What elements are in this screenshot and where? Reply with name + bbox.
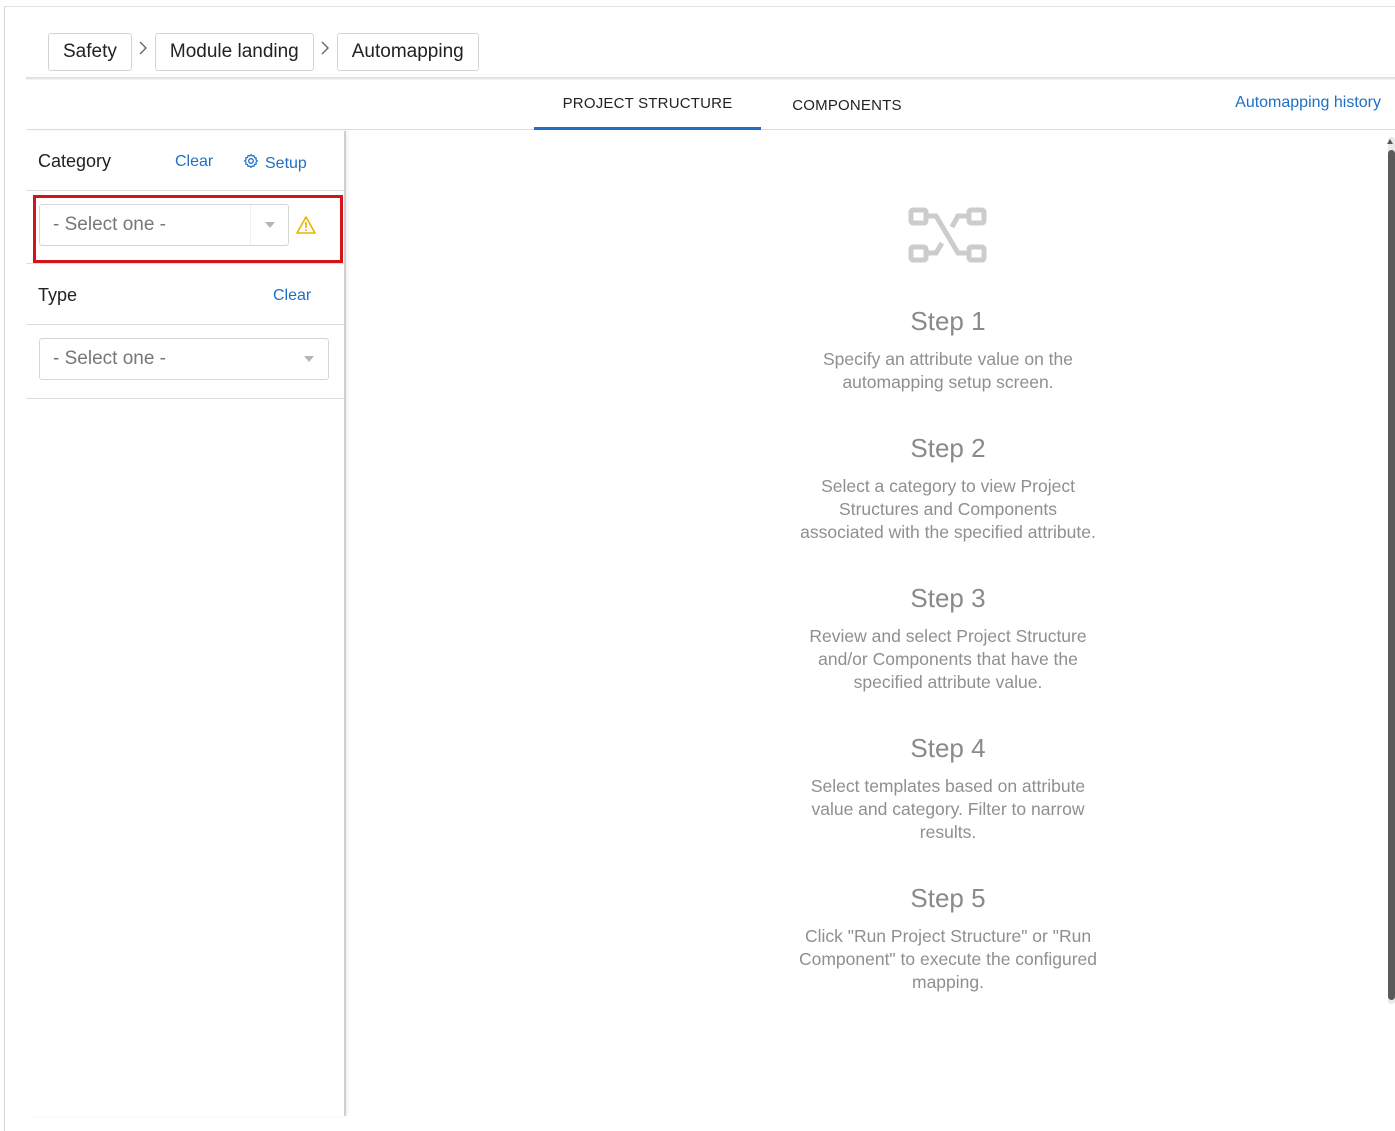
step-description: Click "Run Project Structure" or "Run Co… [798, 926, 1098, 992]
step-4: Step 4 Select templates based on attribu… [796, 733, 1100, 844]
type-select[interactable]: - Select one - [39, 338, 329, 380]
type-clear-link[interactable]: Clear [273, 287, 311, 305]
steps-panel: Step 1 Specify an attribute value on the… [796, 207, 1100, 994]
step-description: Specify an attribute value on the automa… [822, 349, 1074, 392]
category-select-highlight [33, 195, 343, 263]
chevron-right-icon [314, 41, 337, 55]
step-description: Review and select Project Structure and/… [809, 626, 1087, 692]
type-select-section: - Select one - [26, 326, 344, 399]
main-content: Step 1 Specify an attribute value on the… [346, 131, 1395, 1116]
setup-label: Setup [265, 154, 307, 172]
scrollbar-thumb[interactable] [1388, 150, 1395, 1000]
step-title: Step 4 [910, 733, 986, 763]
step-1: Step 1 Specify an attribute value on the… [796, 306, 1100, 394]
chevron-down-icon[interactable] [290, 339, 328, 379]
step-title: Step 3 [910, 583, 986, 613]
category-header: Category Clear Setup [26, 131, 344, 191]
breadcrumb: Safety Module landing Automapping [48, 33, 479, 71]
step-title: Step 5 [910, 883, 986, 913]
step-title: Step 1 [910, 306, 986, 336]
scroll-up-arrow-icon[interactable] [1387, 139, 1393, 144]
type-select-placeholder: - Select one - [53, 348, 166, 369]
category-title: Category [38, 151, 112, 171]
step-description: Select templates based on attribute valu… [810, 776, 1086, 842]
breadcrumb-item-automapping[interactable]: Automapping [336, 33, 479, 71]
step-5: Step 5 Click "Run Project Structure" or … [796, 883, 1100, 994]
tab-components[interactable]: COMPONENTS [771, 80, 923, 130]
type-header: Type Clear [26, 265, 344, 325]
gear-icon [243, 153, 259, 174]
automapping-history-link[interactable]: Automapping history [1235, 94, 1381, 112]
tab-project-structure[interactable]: PROJECT STRUCTURE [534, 80, 761, 130]
type-title: Type [38, 285, 78, 305]
chevron-right-icon [132, 41, 155, 55]
flow-mapping-icon [796, 207, 1100, 267]
setup-link[interactable]: Setup [243, 153, 307, 174]
step-title: Step 2 [910, 433, 986, 463]
filter-sidebar: Category Clear Setup - Select one - Type… [26, 131, 346, 1116]
breadcrumb-item-safety[interactable]: Safety [48, 33, 132, 71]
step-3: Step 3 Review and select Project Structu… [796, 583, 1100, 694]
breadcrumb-item-module-landing[interactable]: Module landing [154, 33, 314, 71]
step-description: Select a category to view Project Struct… [800, 476, 1096, 542]
tab-bar: PROJECT STRUCTURE COMPONENTS Automapping… [26, 80, 1395, 130]
category-clear-link[interactable]: Clear [175, 153, 213, 171]
step-2: Step 2 Select a category to view Project… [796, 433, 1100, 544]
